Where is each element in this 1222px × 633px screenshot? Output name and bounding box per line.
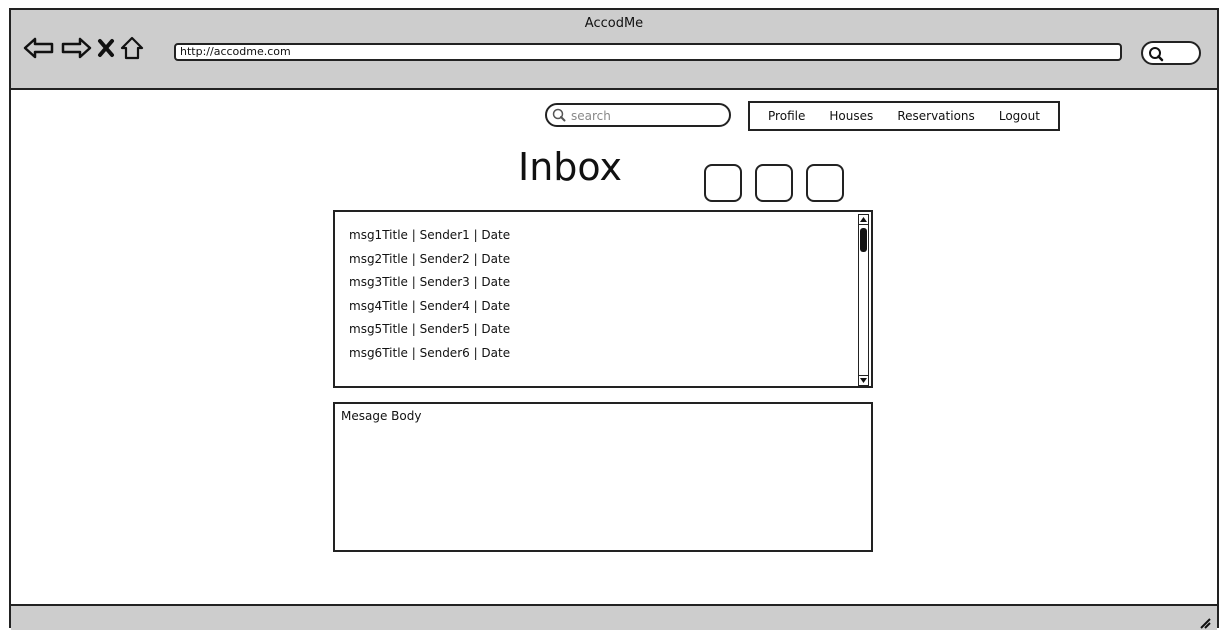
nav-controls	[23, 36, 144, 60]
action-button-2[interactable]	[755, 164, 793, 202]
message-body-label: Mesage Body	[341, 409, 422, 423]
scroll-down-button[interactable]	[859, 375, 868, 385]
action-button-3[interactable]	[806, 164, 844, 202]
menu-item-reservations[interactable]: Reservations	[897, 109, 974, 123]
list-item[interactable]: msg3Title | Sender3 | Date	[349, 271, 510, 295]
search-field[interactable]	[545, 103, 731, 127]
browser-chrome: AccodMe http://accodme.com	[11, 10, 1217, 90]
scroll-thumb[interactable]	[860, 228, 867, 252]
list-item[interactable]: msg1Title | Sender1 | Date	[349, 224, 510, 248]
list-item[interactable]: msg6Title | Sender6 | Date	[349, 342, 510, 366]
url-bar[interactable]: http://accodme.com	[174, 43, 1122, 61]
search-icon	[552, 108, 566, 122]
triangle-down-icon	[860, 378, 867, 383]
window-title: AccodMe	[584, 16, 644, 31]
triangle-up-icon	[860, 217, 867, 222]
message-list[interactable]: msg1Title | Sender1 | Date msg2Title | S…	[333, 210, 873, 388]
menu-item-houses[interactable]: Houses	[829, 109, 873, 123]
browser-search-button[interactable]	[1141, 41, 1201, 65]
main-menu: Profile Houses Reservations Logout	[748, 101, 1060, 131]
scroll-up-button[interactable]	[859, 215, 868, 225]
scrollbar[interactable]	[858, 214, 869, 386]
list-item[interactable]: msg2Title | Sender2 | Date	[349, 248, 510, 272]
menu-item-logout[interactable]: Logout	[999, 109, 1040, 123]
menu-item-profile[interactable]: Profile	[768, 109, 805, 123]
message-list-items: msg1Title | Sender1 | Date msg2Title | S…	[349, 224, 510, 366]
list-item[interactable]: msg4Title | Sender4 | Date	[349, 295, 510, 319]
message-body[interactable]: Mesage Body	[333, 402, 873, 552]
resize-grip-icon[interactable]	[1199, 614, 1211, 633]
page-title: Inbox	[518, 145, 622, 189]
forward-arrow-icon[interactable]	[60, 36, 92, 60]
search-input[interactable]	[569, 106, 723, 126]
action-button-1[interactable]	[704, 164, 742, 202]
status-bar	[11, 604, 1217, 630]
back-arrow-icon[interactable]	[23, 36, 55, 60]
home-icon[interactable]	[120, 36, 144, 60]
list-item[interactable]: msg5Title | Sender5 | Date	[349, 318, 510, 342]
close-icon[interactable]	[97, 38, 115, 58]
search-icon	[1149, 47, 1164, 62]
